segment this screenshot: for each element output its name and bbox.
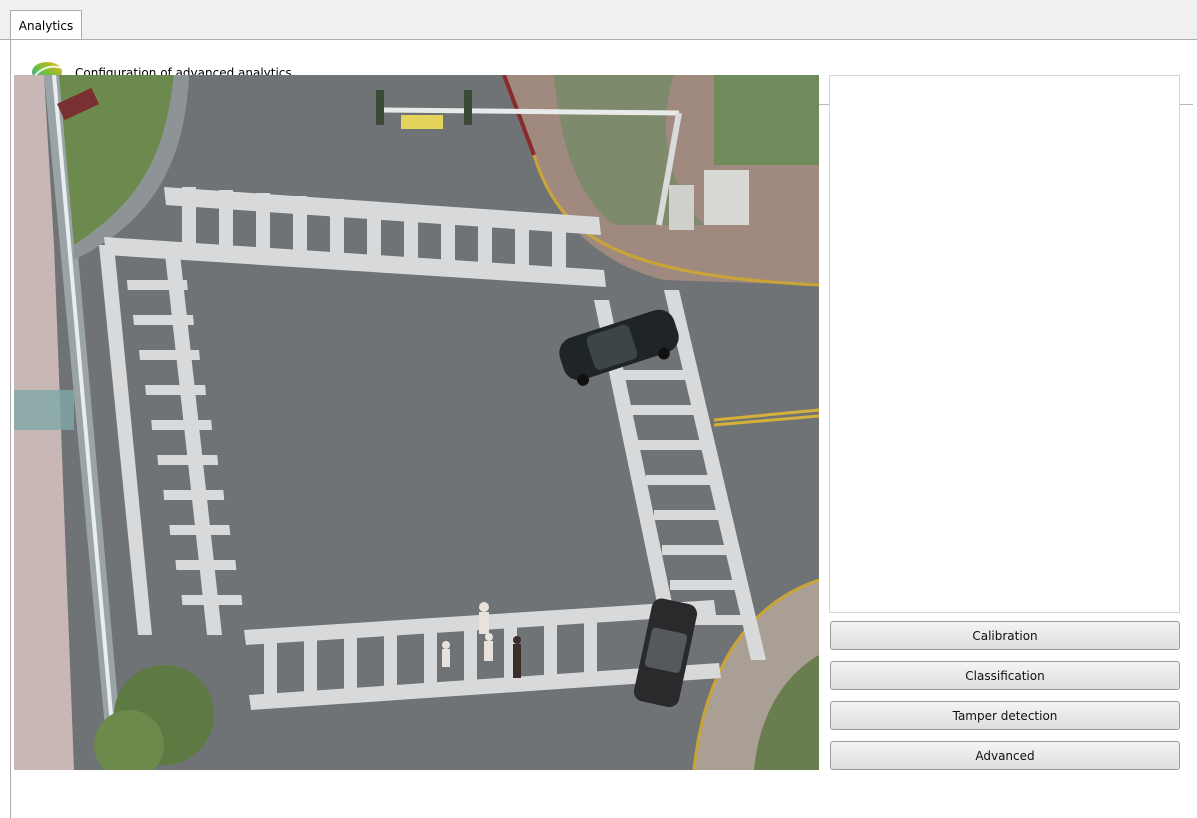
tab-analytics[interactable]: Analytics	[10, 10, 82, 40]
analytics-info-panel	[829, 75, 1180, 613]
tamper-detection-button[interactable]: Tamper detection	[830, 701, 1180, 730]
calibration-button[interactable]: Calibration	[830, 621, 1180, 650]
advanced-button[interactable]: Advanced	[830, 741, 1180, 770]
camera-video-view[interactable]	[14, 75, 819, 770]
tab-strip: Analytics	[0, 0, 1197, 40]
classification-button[interactable]: Classification	[830, 661, 1180, 690]
tab-analytics-label: Analytics	[18, 18, 74, 33]
intersection-scene	[14, 75, 819, 770]
